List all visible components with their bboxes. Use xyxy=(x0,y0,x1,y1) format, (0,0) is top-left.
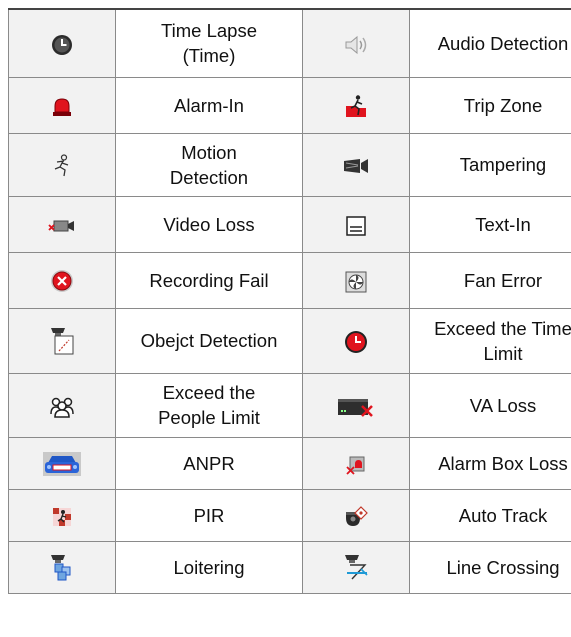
exceed-time-limit-icon xyxy=(344,330,368,354)
icon-cell xyxy=(302,251,410,309)
alarm-in-icon xyxy=(51,97,73,117)
va-loss-icon xyxy=(337,396,375,418)
icon-cell xyxy=(302,132,410,197)
icon-cell xyxy=(8,540,116,594)
event-label: Text-In xyxy=(409,195,571,253)
trip-zone-icon xyxy=(344,94,368,118)
recording-fail-icon xyxy=(50,269,74,293)
event-label: Fan Error xyxy=(409,251,571,309)
event-label: ANPR xyxy=(115,436,303,490)
icon-cell xyxy=(8,436,116,490)
alarm-box-loss-icon xyxy=(345,454,367,476)
event-label: PIR xyxy=(115,488,303,542)
icon-cell xyxy=(8,76,116,134)
icon-cell xyxy=(8,372,116,438)
event-label: Video Loss xyxy=(115,195,303,253)
icon-cell xyxy=(302,76,410,134)
icon-cell xyxy=(8,132,116,197)
event-label: Obejct Detection xyxy=(115,307,303,374)
icon-cell xyxy=(8,251,116,309)
icon-cell xyxy=(8,488,116,542)
table-row: PIR Auto Track xyxy=(8,488,571,542)
icon-cell xyxy=(8,195,116,253)
event-label: Loitering xyxy=(115,540,303,594)
object-detection-icon xyxy=(49,326,75,356)
anpr-icon xyxy=(43,452,81,477)
event-label: Tampering xyxy=(409,132,571,197)
table-row: ANPR Alarm Box Loss xyxy=(8,436,571,490)
table-row: Obejct Detection Exceed the Time Limit xyxy=(8,307,571,374)
event-label: Auto Track xyxy=(409,488,571,542)
event-label: Recording Fail xyxy=(115,251,303,309)
fan-error-icon xyxy=(345,271,367,293)
video-loss-icon xyxy=(48,218,76,234)
time-lapse-icon xyxy=(51,34,73,56)
table-row: Recording Fail Fan Error xyxy=(8,251,571,309)
event-label: VA Loss xyxy=(409,372,571,438)
exceed-people-limit-icon xyxy=(50,394,74,418)
icon-cell xyxy=(302,436,410,490)
auto-track-icon xyxy=(344,505,368,528)
icon-cell xyxy=(302,195,410,253)
event-label: Exceed the Time Limit xyxy=(409,307,571,374)
icon-cell xyxy=(8,307,116,374)
loitering-icon xyxy=(49,553,75,581)
event-label: Exceed the People Limit xyxy=(115,372,303,438)
table-row: Alarm-In Trip Zone xyxy=(8,76,571,134)
motion-detection-icon xyxy=(51,153,73,178)
icon-cell xyxy=(302,488,410,542)
event-label: Audio Detection xyxy=(409,8,571,78)
icon-cell xyxy=(302,372,410,438)
tampering-icon xyxy=(342,157,370,175)
table-row: Video Loss Text-In xyxy=(8,195,571,253)
icon-cell xyxy=(8,8,116,78)
event-label: Alarm-In xyxy=(115,76,303,134)
icon-cell xyxy=(302,8,410,78)
event-label: Line Crossing xyxy=(409,540,571,594)
line-crossing-icon xyxy=(343,553,369,581)
icon-cell xyxy=(302,307,410,374)
event-label: Alarm Box Loss xyxy=(409,436,571,490)
table-row: Motion Detection Tampering xyxy=(8,132,571,197)
table-row: Loitering Line Crossing xyxy=(8,540,571,594)
audio-detection-icon xyxy=(343,34,369,56)
text-in-icon xyxy=(345,215,367,237)
pir-icon xyxy=(51,506,73,528)
event-label: Time Lapse (Time) xyxy=(115,8,303,78)
table-row: Exceed the People Limit VA Loss xyxy=(8,372,571,438)
event-label: Trip Zone xyxy=(409,76,571,134)
table-row: Time Lapse (Time) Audio Detection xyxy=(8,8,571,78)
event-label: Motion Detection xyxy=(115,132,303,197)
event-icon-table: Time Lapse (Time) Audio Detection Alarm-… xyxy=(8,8,571,594)
icon-cell xyxy=(302,540,410,594)
